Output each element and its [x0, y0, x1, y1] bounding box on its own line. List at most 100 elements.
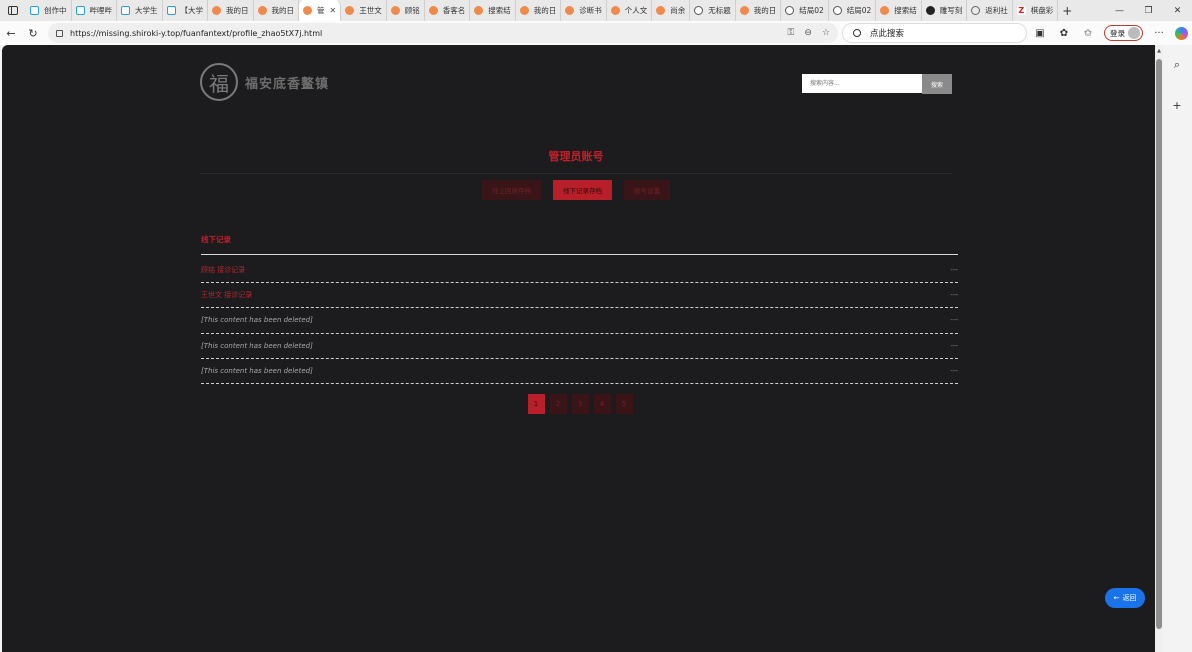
- browser-tab[interactable]: 结局02: [781, 0, 829, 21]
- browser-tab-label: 管: [317, 6, 325, 15]
- site-search-input[interactable]: [802, 74, 922, 93]
- browser-tab-label: 香客名: [442, 6, 466, 15]
- tab-favicon-icon: [303, 6, 312, 15]
- browser-tab-label: 个人文: [624, 6, 648, 15]
- site-search: 搜索: [802, 74, 952, 94]
- pagination: 12345: [200, 394, 960, 414]
- browser-tab-label: 我的日: [226, 6, 249, 15]
- favorite-star-icon[interactable]: ☆: [822, 28, 830, 38]
- browser-tab[interactable]: 香客名: [425, 0, 471, 21]
- browser-tab[interactable]: 管 ✕: [299, 0, 342, 21]
- profile-tab[interactable]: 线下记录存档: [553, 180, 612, 200]
- browser-tab[interactable]: 搜索结: [876, 0, 922, 21]
- more-menu-icon[interactable]: ···: [1151, 25, 1167, 41]
- page-viewport: 福 福安底香鳌镇 搜索 管理员账号 线上回收存档线下记录存档账号设置 线下记录 …: [2, 45, 1155, 652]
- record-row[interactable]: 王世文 接诊记录 ---: [201, 283, 958, 309]
- zoom-icon[interactable]: ⊖: [804, 28, 812, 38]
- lock-icon: [56, 29, 63, 37]
- back-nav-icon[interactable]: ←: [0, 21, 22, 45]
- browser-tab[interactable]: 返利社: [967, 0, 1013, 21]
- page-button[interactable]: 5: [615, 394, 633, 414]
- browser-tab[interactable]: 诊断书: [561, 0, 607, 21]
- window-controls: — ❐ ✕: [1105, 0, 1192, 21]
- tab-favicon-icon: [257, 6, 267, 15]
- browser-tab[interactable]: 我的日: [736, 0, 782, 21]
- logo-name: 福安底香鳌镇: [245, 76, 330, 92]
- page-button[interactable]: 4: [593, 394, 611, 414]
- tab-favicon-icon: [656, 6, 666, 15]
- reload-icon[interactable]: ↻: [22, 21, 44, 45]
- extensions-icon[interactable]: ✿: [1056, 25, 1072, 41]
- tab-favicon-icon: [474, 6, 484, 15]
- back-button[interactable]: ← 返回: [1105, 588, 1145, 608]
- browser-search-input[interactable]: 点此搜索: [842, 23, 1027, 43]
- browser-tab[interactable]: 个人文: [607, 0, 653, 21]
- page-button[interactable]: 2: [549, 394, 567, 414]
- address-bar[interactable]: https://missing.shiroki-y.top/fuanfantex…: [48, 23, 838, 43]
- browser-tab-label: 大学生: [135, 6, 158, 15]
- browser-tab-label: 结局02: [846, 6, 872, 15]
- browser-tab-label: 顾铭: [404, 6, 420, 15]
- search-icon: [853, 29, 861, 37]
- record-row[interactable]: 顾铭 接诊记录 ---: [201, 258, 958, 284]
- browser-tab[interactable]: 结局02: [829, 0, 877, 21]
- browser-tab-label: 诊断书: [579, 6, 602, 15]
- copilot-icon[interactable]: [1175, 26, 1188, 40]
- page-scrollbar[interactable]: ▲: [1155, 45, 1163, 652]
- browser-tab[interactable]: 大学生: [117, 0, 163, 21]
- login-button[interactable]: 登录: [1104, 25, 1143, 41]
- tab-actions-button[interactable]: [0, 0, 26, 21]
- page-button[interactable]: 1: [527, 394, 545, 414]
- sidebar-search-icon[interactable]: ⌕: [1162, 45, 1192, 85]
- arrow-left-icon: ←: [1113, 594, 1120, 602]
- tab-favicon-icon: [694, 6, 704, 15]
- tab-favicon-icon: [30, 6, 39, 15]
- scrollbar-thumb[interactable]: [1156, 59, 1162, 629]
- restore-icon[interactable]: ❐: [1134, 0, 1163, 21]
- browser-tab[interactable]: 我的日: [208, 0, 254, 21]
- sidebar-add-icon[interactable]: +: [1162, 85, 1192, 125]
- browser-tab[interactable]: 王世文: [341, 0, 387, 21]
- browser-tab[interactable]: 我的日: [516, 0, 562, 21]
- page-title: 管理员账号: [200, 148, 952, 174]
- key-icon[interactable]: ⚿: [788, 28, 795, 38]
- profile-tab[interactable]: 线上回收存档: [482, 180, 541, 200]
- profile-tab[interactable]: 账号设置: [624, 180, 670, 200]
- browser-tab-label: 我的日: [753, 6, 777, 15]
- close-tab-icon[interactable]: ✕: [330, 6, 337, 15]
- favorites-icon[interactable]: ✩: [1080, 25, 1096, 41]
- record-row: [This content has been deleted] ---: [201, 334, 958, 359]
- deleted-record-text: [This content has been deleted]: [201, 316, 313, 325]
- url-text: https://missing.shiroki-y.top/fuanfantex…: [70, 28, 323, 38]
- tab-favicon-icon: [519, 6, 529, 15]
- scroll-up-icon[interactable]: ▲: [1155, 48, 1163, 54]
- new-tab-button[interactable]: +: [1058, 4, 1076, 18]
- deleted-record-text: [This content has been deleted]: [201, 341, 313, 350]
- record-meta: ---: [950, 291, 958, 300]
- browser-tab[interactable]: 哔哩哔: [72, 0, 117, 21]
- split-screen-icon[interactable]: ▣: [1032, 25, 1048, 41]
- browser-tab[interactable]: Z 棋盘彩: [1013, 0, 1059, 21]
- tab-favicon-icon: [832, 6, 842, 15]
- minimize-icon[interactable]: —: [1105, 0, 1134, 21]
- tab-favicon-icon: [345, 6, 355, 15]
- page-button[interactable]: 3: [571, 394, 589, 414]
- browser-tab-label: 搜索结: [894, 6, 917, 15]
- browser-tab[interactable]: 我的日: [254, 0, 299, 21]
- browser-tab[interactable]: 尚余: [652, 0, 691, 21]
- site-search-button[interactable]: 搜索: [922, 74, 952, 94]
- section-title: 线下记录: [201, 234, 958, 255]
- tab-favicon-icon: [565, 6, 575, 15]
- close-window-icon[interactable]: ✕: [1163, 0, 1192, 21]
- browser-tab[interactable]: 搜索结: [470, 0, 516, 21]
- site-logo[interactable]: 福 福安底香鳌镇: [200, 63, 329, 101]
- record-link[interactable]: 顾铭 接诊记录: [201, 265, 245, 275]
- record-link[interactable]: 王世文 接诊记录: [201, 290, 252, 300]
- browser-tab[interactable]: 创作中: [26, 0, 72, 21]
- browser-tab[interactable]: 【大学: [163, 0, 208, 21]
- browser-tab[interactable]: 雕写刻: [922, 0, 968, 21]
- browser-tab[interactable]: 顾铭: [387, 0, 425, 21]
- login-label: 登录: [1110, 28, 1125, 38]
- browser-tab[interactable]: 无标题: [690, 0, 736, 21]
- browser-tab-label: 【大学: [180, 6, 204, 15]
